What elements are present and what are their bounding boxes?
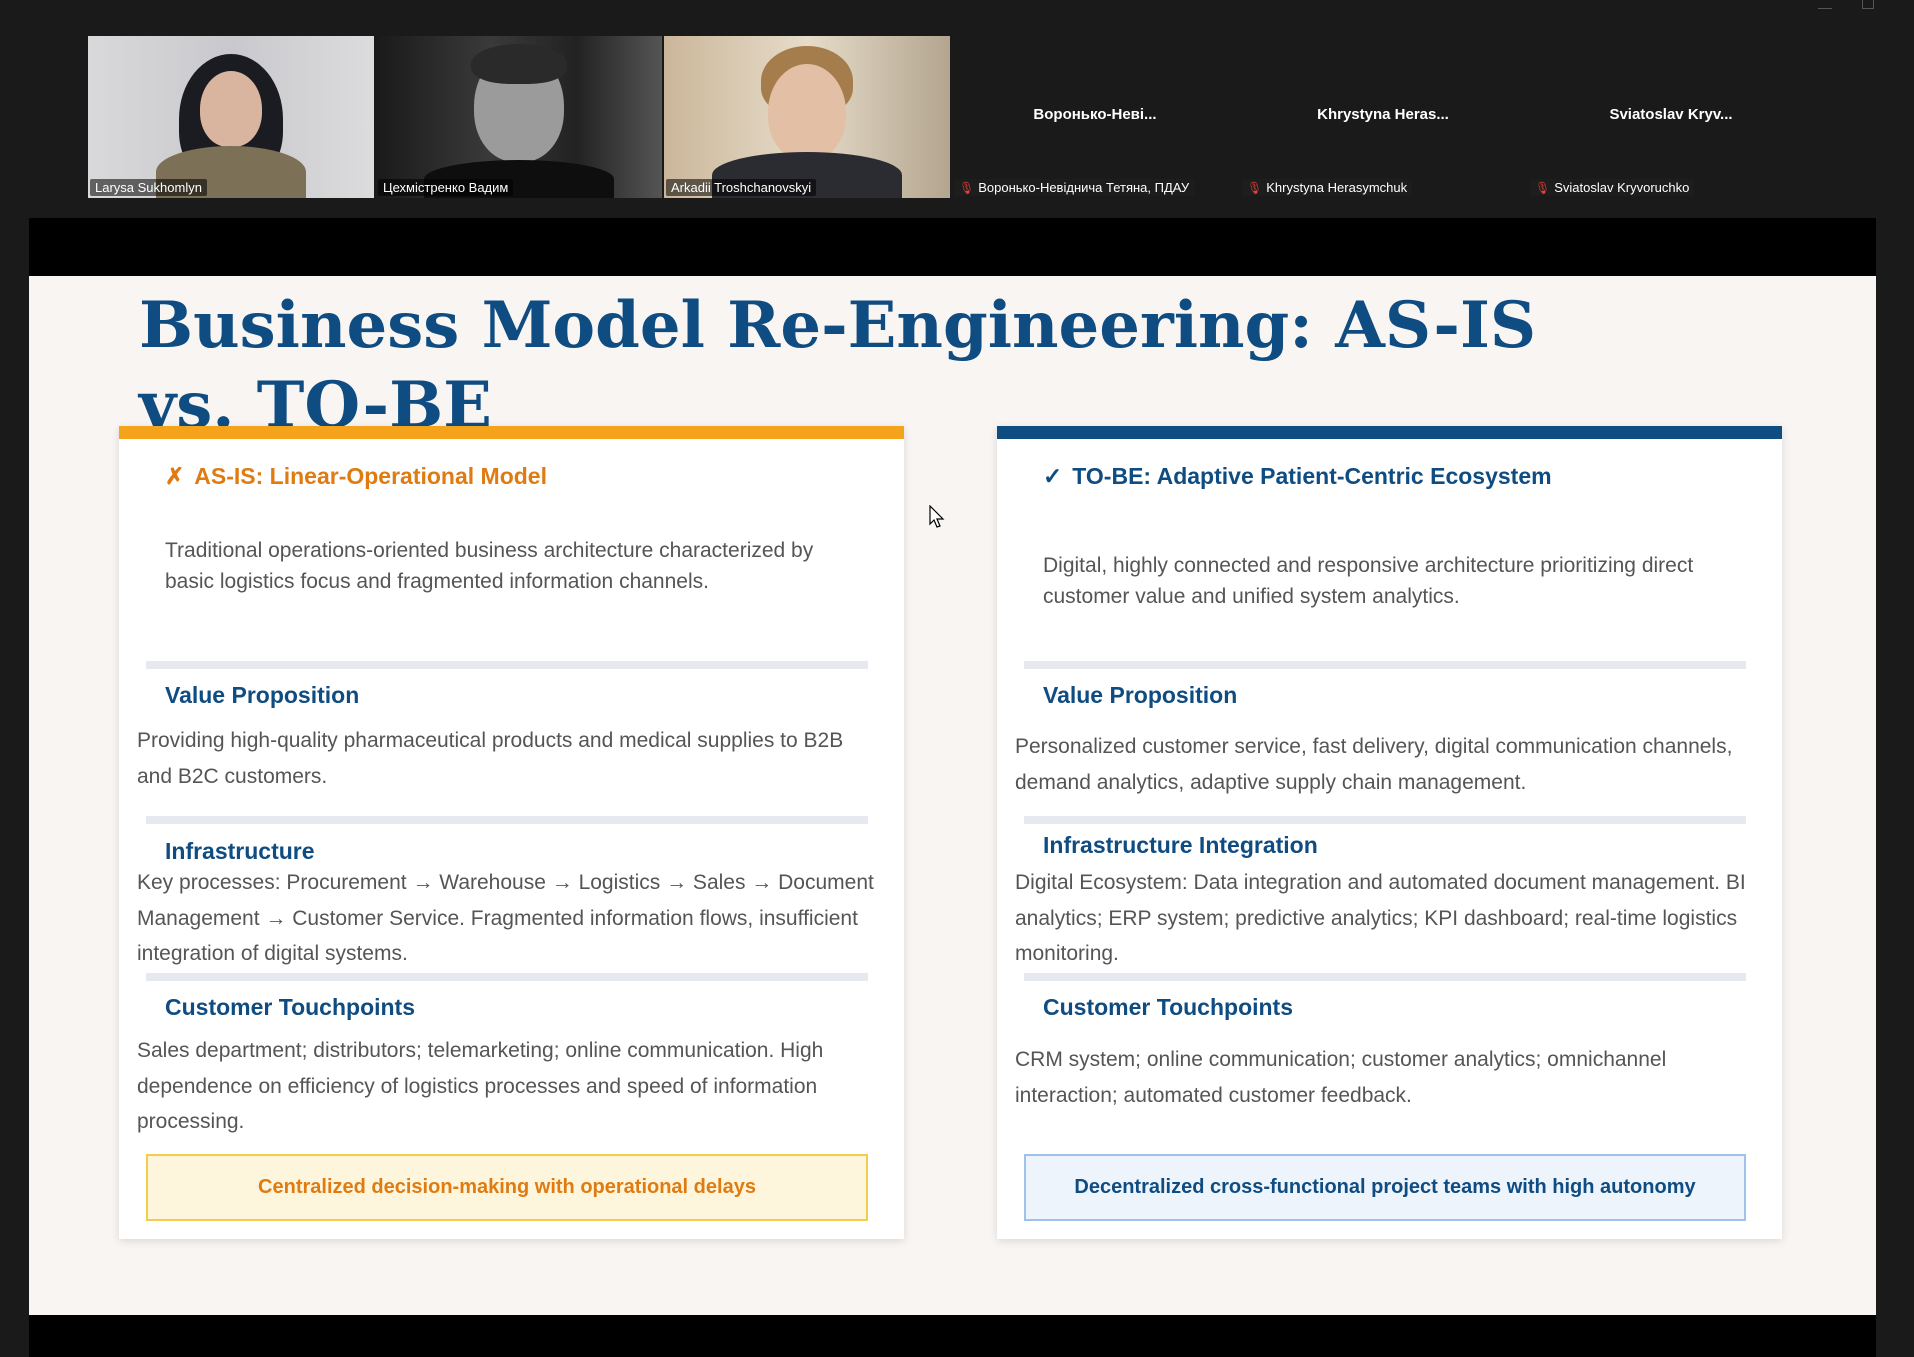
section-text: Providing high-quality pharmaceutical pr… — [137, 729, 844, 788]
divider — [1024, 661, 1746, 669]
divider — [1024, 816, 1746, 824]
participant-tile-6[interactable]: Sviatoslav Kryv... 🎙 Sviatoslav Kryvoruch… — [1528, 36, 1814, 198]
section-text: CRM system; online communication; custom… — [1015, 1048, 1667, 1107]
slide-title: Business Model Re-Engineering: AS-IS vs.… — [139, 288, 1537, 443]
participant-name-text: Khrystyna Herasymchuk — [1266, 180, 1408, 195]
participant-name: 🎙 Sviatoslav Kryvoruchko — [1530, 179, 1695, 196]
participant-tile-5[interactable]: Khrystyna Heras... 🎙 Khrystyna Herasymchu… — [1240, 36, 1526, 198]
section-text: Key processes: Procurement → Warehouse →… — [137, 871, 874, 965]
section-title: Infrastructure — [165, 838, 315, 864]
summary-box: Centralized decision-making with operati… — [146, 1154, 868, 1221]
section-text: Sales department; distributors; telemark… — [137, 1039, 824, 1133]
mic-muted-icon: 🎙 — [1247, 181, 1263, 195]
participant-name: Arkadii Troshchanovskyi — [666, 179, 817, 196]
divider — [146, 661, 868, 669]
participant-tile-1[interactable]: Larysa Sukhomlyn — [88, 36, 374, 198]
check-mark-icon: ✓ — [1043, 463, 1063, 489]
section-title: Customer Touchpoints — [165, 994, 416, 1020]
divider — [1024, 973, 1746, 981]
card-intro: Digital, highly connected and responsive… — [1043, 554, 1694, 608]
summary-box: Decentralized cross-functional project t… — [1024, 1154, 1746, 1221]
participant-name: Larysa Sukhomlyn — [90, 179, 207, 196]
card-heading-text: TO-BE: Adaptive Patient-Centric Ecosyste… — [1072, 463, 1552, 489]
presentation-slide: Business Model Re-Engineering: AS-IS vs.… — [29, 276, 1876, 1315]
section-title: Infrastructure Integration — [1043, 832, 1318, 858]
divider — [146, 816, 868, 824]
participant-tile-3[interactable]: Arkadii Troshchanovskyi — [664, 36, 950, 198]
cross-mark-icon: ✗ — [165, 463, 185, 489]
mic-muted-icon: 🎙 — [959, 181, 975, 195]
participant-name: 🎙 Khrystyna Herasymchuk — [1242, 179, 1413, 196]
section-title: Value Proposition — [1043, 682, 1238, 708]
participant-display-name: Воронько-Неві... — [1033, 106, 1157, 123]
participant-tile-2[interactable]: Цехмістренко Вадим — [376, 36, 662, 198]
card-heading: ✓ TO-BE: Adaptive Patient-Centric Ecosyst… — [1043, 463, 1552, 490]
card-heading: ✗ AS-IS: Linear-Operational Model — [165, 463, 547, 490]
divider — [146, 973, 868, 981]
video-figure-face — [200, 71, 262, 147]
section-title: Value Proposition — [165, 682, 360, 708]
participant-tile-4[interactable]: Воронько-Неві... 🎙 Воронько-Невіднича Тет… — [952, 36, 1238, 198]
card-intro: Traditional operations-oriented business… — [165, 539, 814, 593]
participant-display-name: Khrystyna Heras... — [1317, 106, 1449, 123]
participant-name-text: Sviatoslav Kryvoruchko — [1554, 180, 1690, 195]
participant-display-name: Sviatoslav Kryv... — [1609, 106, 1733, 123]
participant-name-text: Воронько-Невіднича Тетяна, ПДАУ — [978, 180, 1190, 195]
to-be-card: ✓ TO-BE: Adaptive Patient-Centric Ecosyst… — [997, 426, 1782, 1239]
video-figure-hair — [471, 44, 567, 84]
section-text: Personalized customer service, fast deli… — [1015, 735, 1733, 794]
participant-name: Цехмістренко Вадим — [378, 179, 514, 196]
mic-muted-icon: 🎙 — [1535, 181, 1551, 195]
video-figure-face — [768, 64, 846, 160]
section-title: Customer Touchpoints — [1043, 994, 1294, 1020]
participant-strip: Larysa Sukhomlyn Цехмістренко Вадим Arka… — [0, 0, 1914, 210]
as-is-card: ✗ AS-IS: Linear-Operational Model Traditi… — [119, 426, 904, 1239]
card-heading-text: AS-IS: Linear-Operational Model — [194, 463, 547, 489]
section-text: Digital Ecosystem: Data integration and … — [1015, 871, 1746, 965]
participant-name: 🎙 Воронько-Невіднича Тетяна, ПДАУ — [954, 179, 1195, 196]
